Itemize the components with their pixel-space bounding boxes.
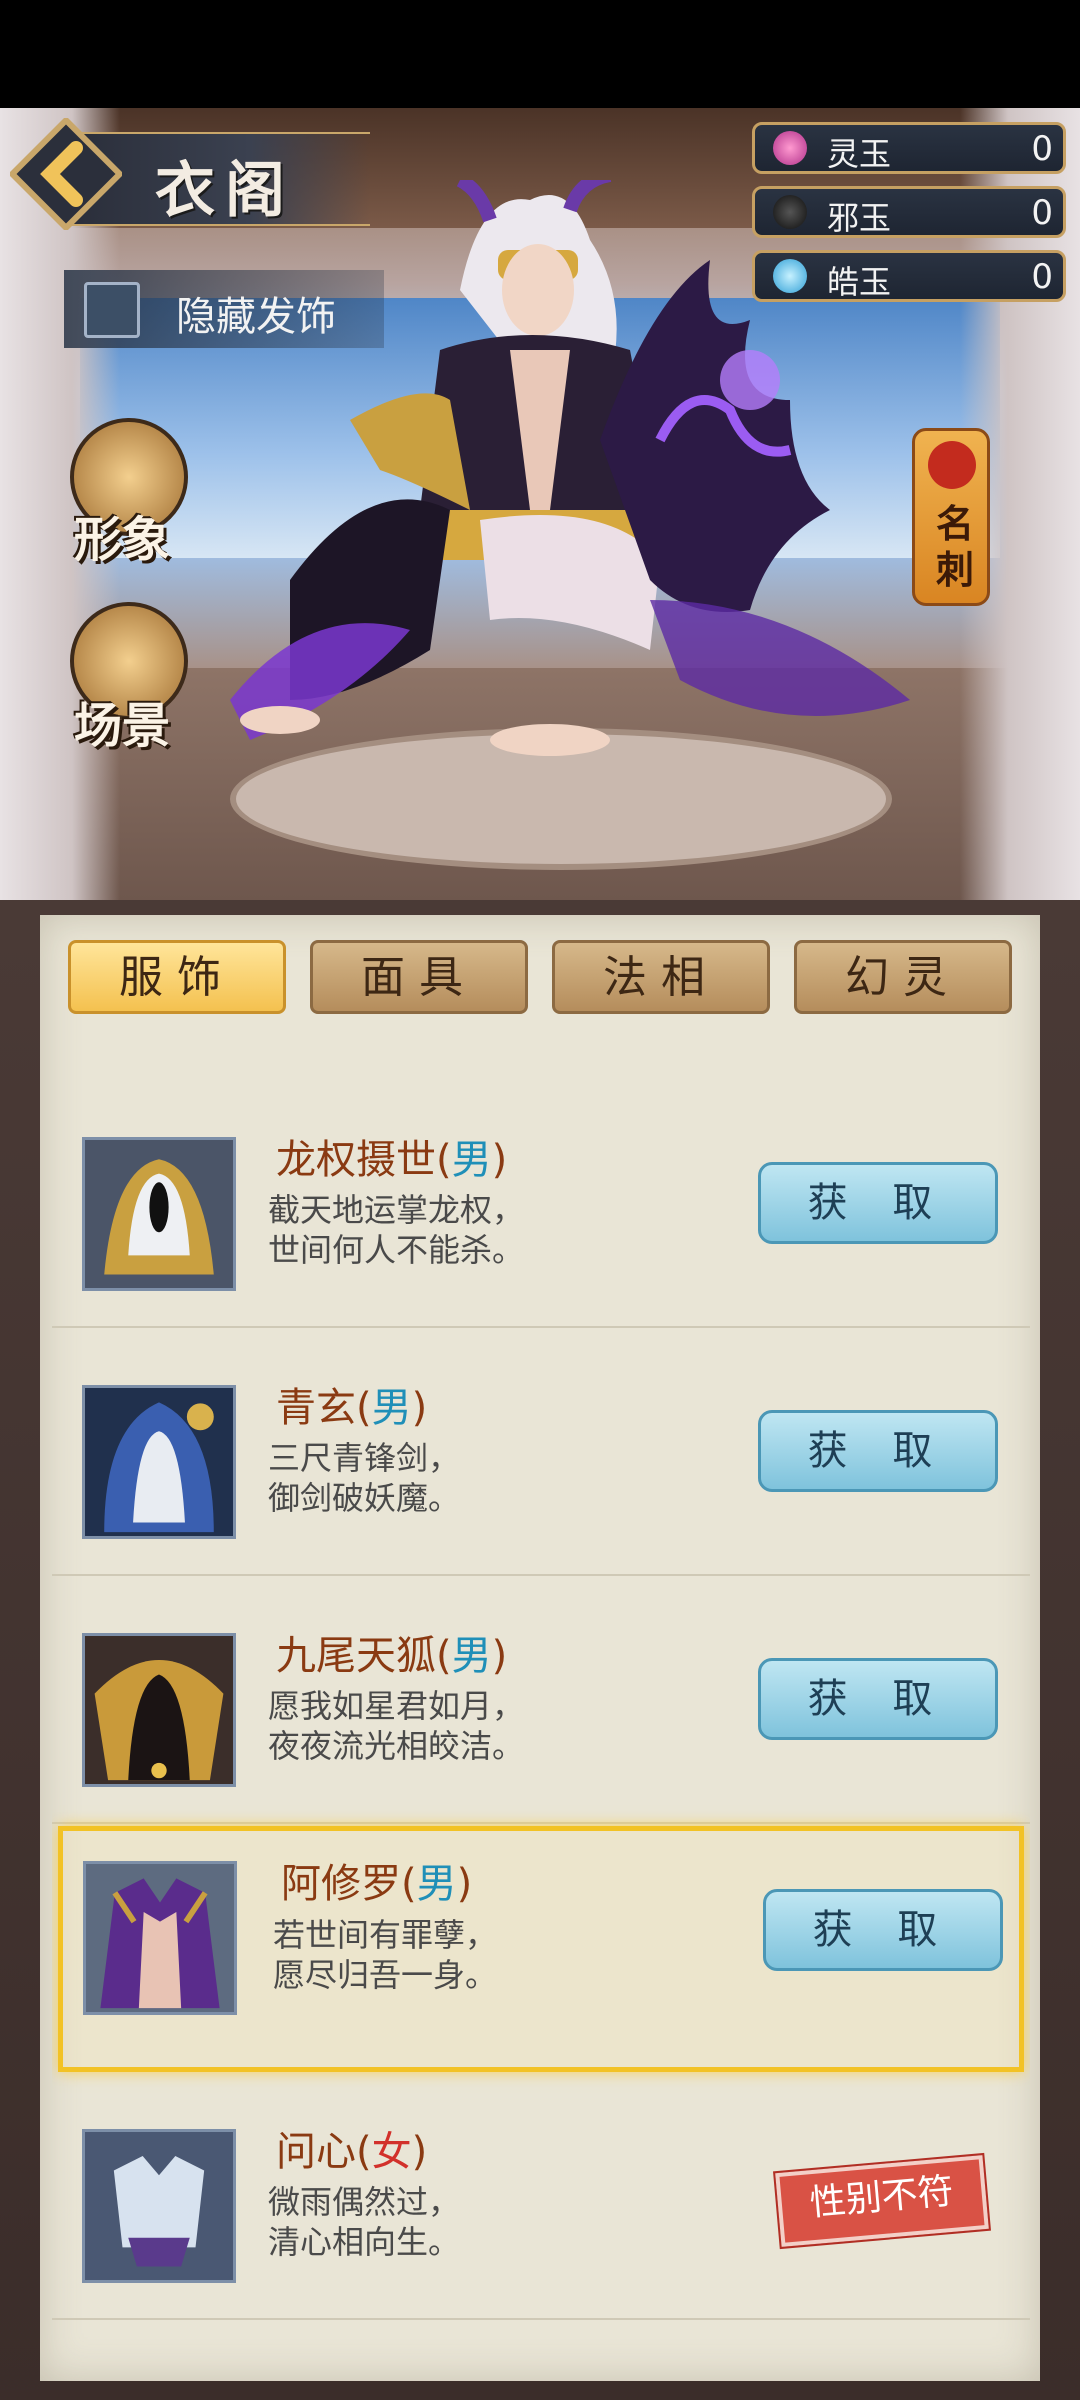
costume-thumbnail — [82, 1385, 236, 1539]
list-item[interactable]: 龙权摄世(男) 截天地运掌龙权， 世间何人不能杀。 获 取 — [52, 1082, 1030, 1328]
costume-name: 九尾天狐(男) — [276, 1633, 508, 1679]
scene-label: 场景 — [74, 698, 171, 754]
costume-thumbnail — [82, 2129, 236, 2283]
costume-thumbnail — [83, 1861, 237, 2015]
back-arrow-icon[interactable] — [10, 118, 122, 230]
currency-xieyu: 邪玉 0 — [752, 186, 1066, 238]
costume-description: 若世间有罪孽， 愿尽归吾一身。 — [273, 1916, 498, 1994]
blue-jade-icon — [773, 259, 807, 293]
name-card-seal-icon — [928, 441, 976, 489]
obtain-button[interactable]: 获 取 — [763, 1889, 1003, 1971]
page-title: 衣阁 — [155, 156, 295, 226]
tab-costume[interactable]: 服饰 — [68, 940, 286, 1014]
tab-phantom[interactable]: 幻灵 — [794, 940, 1012, 1014]
list-item[interactable]: 九尾天狐(男) 愿我如星君如月， 夜夜流光相皎洁。 获 取 — [52, 1578, 1030, 1824]
currency-name: 灵玉 — [827, 135, 892, 173]
list-item[interactable]: 青玄(男) 三尺青锋剑， 御剑破妖魔。 获 取 — [52, 1330, 1030, 1576]
costume-description: 微雨偶然过， 清心相向生。 — [268, 2183, 461, 2261]
name-card-button[interactable]: 名刺 — [912, 428, 990, 606]
currency-name: 邪玉 — [827, 199, 892, 237]
dark-jade-icon — [773, 195, 807, 229]
name-card-label: 名刺 — [935, 501, 974, 592]
status-bar-area — [0, 0, 1080, 108]
tab-mask[interactable]: 面具 — [310, 940, 528, 1014]
costume-description: 三尺青锋剑， 御剑破妖魔。 — [268, 1439, 461, 1517]
tab-dharma-form[interactable]: 法相 — [552, 940, 770, 1014]
currency-value: 0 — [1031, 257, 1053, 297]
obtain-button[interactable]: 获 取 — [758, 1410, 998, 1492]
costume-name: 青玄(男) — [276, 1385, 428, 1431]
list-item[interactable]: 问心(女) 微雨偶然过， 清心相向生。 性别不符 — [52, 2074, 1030, 2320]
currency-value: 0 — [1031, 193, 1053, 233]
appearance-label: 形象 — [74, 512, 171, 568]
gender-mismatch-stamp: 性别不符 — [773, 2152, 991, 2250]
list-item-selected[interactable]: 阿修罗(男) 若世间有罪孽， 愿尽归吾一身。 获 取 — [58, 1826, 1024, 2072]
currency-lingyu: 灵玉 0 — [752, 122, 1066, 174]
costume-list[interactable]: 龙权摄世(男) 截天地运掌龙权， 世间何人不能杀。 获 取 青玄(男) 三尺青锋剑… — [52, 1040, 1030, 2360]
costume-name: 问心(女) — [276, 2129, 428, 2175]
obtain-button[interactable]: 获 取 — [758, 1658, 998, 1740]
hide-accessory-label: 隐藏发饰 — [176, 294, 336, 340]
obtain-button[interactable]: 获 取 — [758, 1162, 998, 1244]
hide-accessory-checkbox[interactable] — [84, 282, 140, 338]
costume-name: 阿修罗(男) — [281, 1861, 473, 1907]
costume-description: 截天地运掌龙权， 世间何人不能杀。 — [268, 1191, 525, 1269]
currency-haoyu: 皓玉 0 — [752, 250, 1066, 302]
currency-name: 皓玉 — [827, 263, 892, 301]
currency-value: 0 — [1031, 129, 1053, 169]
costume-description: 愿我如星君如月， 夜夜流光相皎洁。 — [268, 1687, 525, 1765]
pink-jade-icon — [773, 131, 807, 165]
costume-thumbnail — [82, 1137, 236, 1291]
costume-name: 龙权摄世(男) — [276, 1137, 508, 1183]
costume-thumbnail — [82, 1633, 236, 1787]
